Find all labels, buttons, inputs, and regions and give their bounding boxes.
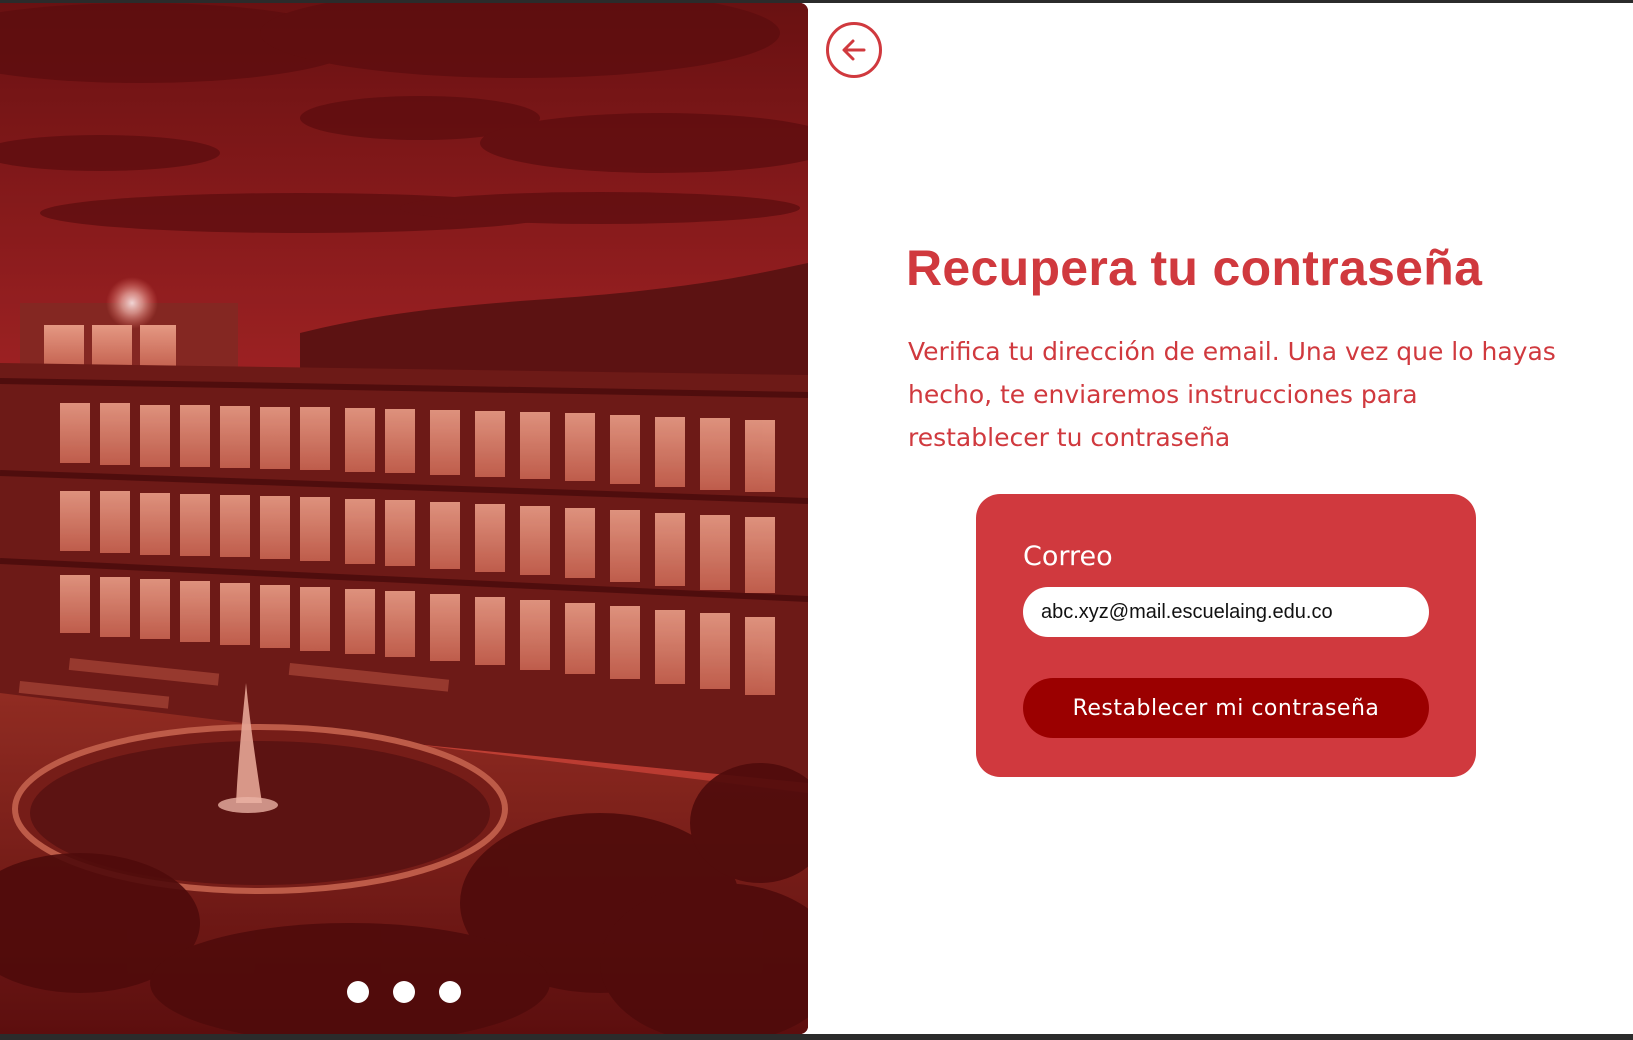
carousel-dot-3[interactable] [439, 981, 461, 1003]
carousel-dot-2[interactable] [393, 981, 415, 1003]
campus-illustration [0, 3, 808, 1034]
email-label: Correo [1023, 541, 1113, 572]
arrow-left-icon [842, 39, 866, 61]
email-field[interactable] [1023, 587, 1429, 637]
page-title: Recupera tu contraseña [906, 240, 1483, 296]
reset-form-card: Correo Restablecer mi contraseña [976, 494, 1476, 777]
carousel-dots [0, 981, 808, 1003]
back-button[interactable] [826, 22, 882, 78]
reset-password-button[interactable]: Restablecer mi contraseña [1023, 678, 1429, 738]
hero-image-panel [0, 3, 808, 1034]
carousel-dot-1[interactable] [347, 981, 369, 1003]
page-subtitle: Verifica tu dirección de email. Una vez … [908, 337, 1556, 452]
recover-password-screen: Recupera tu contraseña Verifica tu direc… [0, 3, 1633, 1034]
